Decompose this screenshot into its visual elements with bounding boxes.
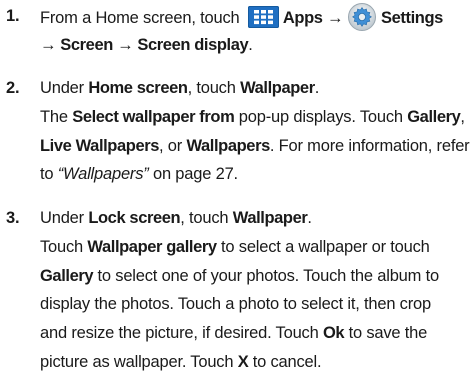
settings-label: Settings	[381, 9, 443, 27]
step-text-segment: picture as wallpaper. Touch	[40, 352, 238, 371]
step-text: From a Home screen, touch Apps → Setting…	[40, 2, 470, 60]
step-text-segment: to select one of your photos. Touch the …	[93, 266, 440, 285]
step-number: 2.	[6, 79, 20, 97]
ui-term: Wallpaper	[232, 209, 308, 227]
apps-label: Apps	[282, 9, 323, 27]
settings-gear-icon	[346, 2, 378, 32]
step-text-segment: pop-up displays. Touch	[234, 107, 408, 126]
step-text-segment: .	[248, 35, 253, 54]
step-line: display the photos. Touch a photo to sel…	[40, 290, 470, 319]
ui-term: Live Wallpapers	[40, 136, 160, 155]
navigation-path: → Screen → Screen display	[40, 35, 249, 54]
step-text-segment: Under	[40, 79, 89, 97]
step-text-segment: Touch	[40, 237, 88, 256]
step-line: picture as wallpaper. Touch X to cancel.	[40, 348, 470, 377]
step-line: Under Home screen, touch Wallpaper.	[40, 74, 470, 103]
step-text-segment: , or	[159, 136, 187, 155]
step-line: Live Wallpapers, or Wallpapers. For more…	[40, 132, 470, 161]
step-text-segment: , touch	[180, 209, 233, 227]
instruction-page: 1. From a Home screen, touch Apps → Sett…	[0, 0, 472, 377]
cross-reference-link[interactable]: “Wallpapers”	[58, 165, 149, 183]
step-text-segment: From a Home screen, touch	[40, 9, 244, 27]
ui-term: Home screen	[88, 79, 188, 97]
step-line: From a Home screen, touch Apps → Setting…	[40, 2, 470, 31]
apps-grid-icon	[247, 6, 279, 28]
step-text-segment: display the photos. Touch a photo to sel…	[40, 295, 431, 314]
ui-term: Gallery	[40, 266, 94, 285]
step-text-segment: to save the	[344, 324, 428, 343]
step-text-segment: to	[40, 165, 58, 184]
step-text: Under Home screen, touch Wallpaper. The …	[40, 74, 470, 189]
step-line: Gallery to select one of your photos. To…	[40, 262, 470, 291]
step-line: → Screen → Screen display.	[40, 31, 470, 60]
step-text-segment: .	[314, 79, 320, 97]
step-line: and resize the picture, if desired. Touc…	[40, 319, 470, 348]
step-text-segment: to select a wallpaper or touch	[216, 237, 430, 256]
step-text-segment: . For more information, refer	[269, 136, 470, 155]
step-text-segment: Under	[40, 209, 89, 227]
step-line: to “Wallpapers” on page 27.	[40, 160, 470, 189]
ui-term: Ok	[322, 324, 345, 343]
arrow-glyph: →	[326, 9, 344, 27]
ui-term: X	[237, 352, 249, 371]
step-text-segment: , touch	[187, 79, 241, 97]
step-text-segment: on page 27.	[148, 165, 238, 184]
step-text-segment: and resize the picture, if desired. Touc…	[40, 324, 323, 343]
step-line: Under Lock screen, touch Wallpaper.	[40, 204, 470, 233]
ui-term: Wallpaper gallery	[87, 237, 217, 256]
step-text-segment: ,	[460, 107, 465, 126]
step-line: Touch Wallpaper gallery to select a wall…	[40, 233, 470, 262]
step-number: 3.	[6, 209, 20, 227]
ui-term: Select wallpaper from	[72, 107, 235, 126]
step-text-segment: to cancel.	[248, 352, 322, 371]
step-text: Under Lock screen, touch Wallpaper. Touc…	[40, 204, 470, 377]
ui-term: Gallery	[407, 107, 461, 126]
step-text-segment: .	[307, 209, 312, 227]
ui-term: Lock screen	[88, 209, 181, 227]
step-number: 1.	[6, 7, 20, 25]
ui-term: Wallpapers	[186, 136, 270, 155]
step-line: The Select wallpaper from pop-up display…	[40, 103, 470, 132]
step-text-segment: The	[40, 107, 73, 126]
ui-term: Wallpaper	[240, 79, 315, 97]
